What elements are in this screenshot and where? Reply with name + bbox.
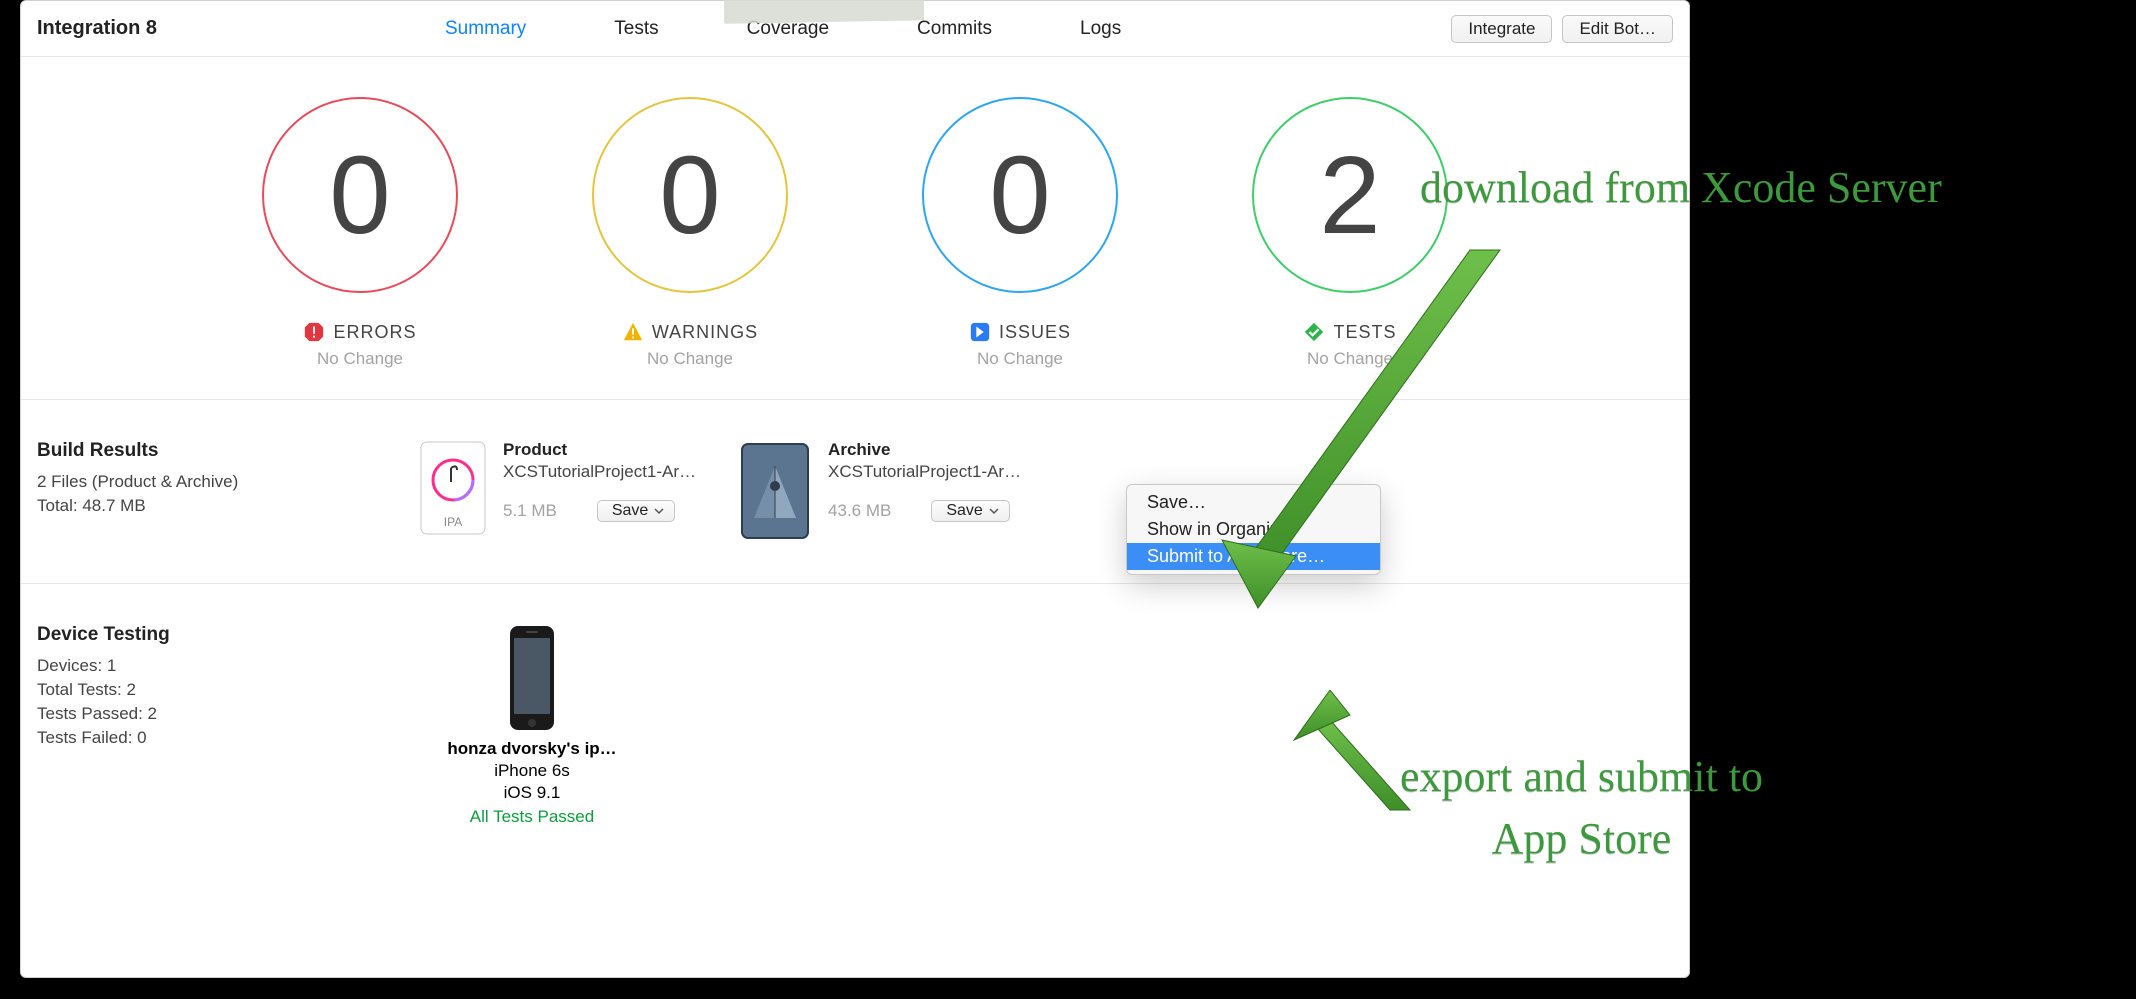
chevron-down-icon — [989, 506, 999, 516]
stat-issues: 0 ISSUES No Change — [910, 97, 1130, 369]
errors-label-row: ERRORS — [303, 321, 416, 343]
stat-errors: 0 ERRORS No Change — [250, 97, 470, 369]
total-tests: Total Tests: 2 — [37, 680, 417, 700]
issue-icon — [969, 321, 991, 343]
tab-tests[interactable]: Tests — [570, 18, 702, 40]
page-title: Integration 8 — [37, 17, 157, 40]
errors-circle: 0 — [262, 97, 458, 293]
tab-logs[interactable]: Logs — [1036, 18, 1165, 40]
build-files-line: 2 Files (Product & Archive) — [37, 472, 417, 492]
integrate-button[interactable]: Integrate — [1451, 15, 1552, 43]
warnings-circle: 0 — [592, 97, 788, 293]
arrow-export — [1280, 690, 1440, 830]
tab-summary[interactable]: Summary — [401, 18, 570, 40]
archive-size: 43.6 MB — [828, 501, 891, 521]
warnings-label: WARNINGS — [652, 322, 758, 343]
device-status: All Tests Passed — [470, 807, 594, 827]
issues-label: ISSUES — [999, 322, 1071, 343]
stat-warnings: 0 WARNINGS No Change — [580, 97, 800, 369]
archive-title: Archive — [828, 440, 1021, 460]
product-artifact: IPA Product XCSTutorialProject1-Ar… 5.1 … — [417, 440, 696, 547]
build-total-line: Total: 48.7 MB — [37, 496, 417, 516]
iphone-icon — [502, 624, 562, 739]
warnings-label-row: WARNINGS — [622, 321, 758, 343]
product-size: 5.1 MB — [503, 501, 557, 521]
tab-commits[interactable]: Commits — [873, 18, 1036, 40]
device-name: honza dvorsky's ip… — [447, 739, 616, 759]
chevron-down-icon — [654, 506, 664, 516]
product-save-dropdown[interactable]: Save — [597, 500, 675, 522]
ipa-label: IPA — [444, 515, 462, 529]
annotation-export: export and submit to App Store — [1400, 746, 1763, 869]
warnings-sub: No Change — [647, 349, 733, 369]
warning-icon — [622, 321, 644, 343]
product-title: Product — [503, 440, 696, 460]
issues-label-row: ISSUES — [969, 321, 1071, 343]
issues-circle: 0 — [922, 97, 1118, 293]
errors-label: ERRORS — [333, 322, 416, 343]
header-actions: Integrate Edit Bot… — [1451, 15, 1673, 43]
build-results-heading: Build Results — [37, 440, 417, 462]
build-results-left: Build Results 2 Files (Product & Archive… — [37, 440, 417, 547]
archive-artifact: Archive XCSTutorialProject1-Ar… 43.6 MB … — [736, 440, 1021, 547]
error-icon — [303, 321, 325, 343]
edit-bot-button[interactable]: Edit Bot… — [1562, 15, 1673, 43]
tape-decoration — [724, 0, 924, 24]
tests-passed: Tests Passed: 2 — [37, 704, 417, 724]
device-testing-heading: Device Testing — [37, 624, 417, 646]
device-count: Devices: 1 — [37, 656, 417, 676]
archive-name: XCSTutorialProject1-Ar… — [828, 462, 1021, 482]
issues-sub: No Change — [977, 349, 1063, 369]
device-card[interactable]: honza dvorsky's ip… iPhone 6s iOS 9.1 Al… — [437, 624, 627, 827]
ipa-file-icon: IPA — [417, 440, 489, 541]
device-testing-left: Device Testing Devices: 1 Total Tests: 2… — [37, 624, 417, 827]
device-os: iOS 9.1 — [504, 783, 561, 803]
tests-failed: Tests Failed: 0 — [37, 728, 417, 748]
annotation-download: download from Xcode Server — [1420, 162, 1942, 213]
arrow-download — [1200, 240, 1520, 620]
product-name: XCSTutorialProject1-Ar… — [503, 462, 696, 482]
device-model: iPhone 6s — [494, 761, 570, 781]
archive-save-dropdown[interactable]: Save — [931, 500, 1009, 522]
archive-file-icon — [736, 440, 814, 547]
errors-sub: No Change — [317, 349, 403, 369]
